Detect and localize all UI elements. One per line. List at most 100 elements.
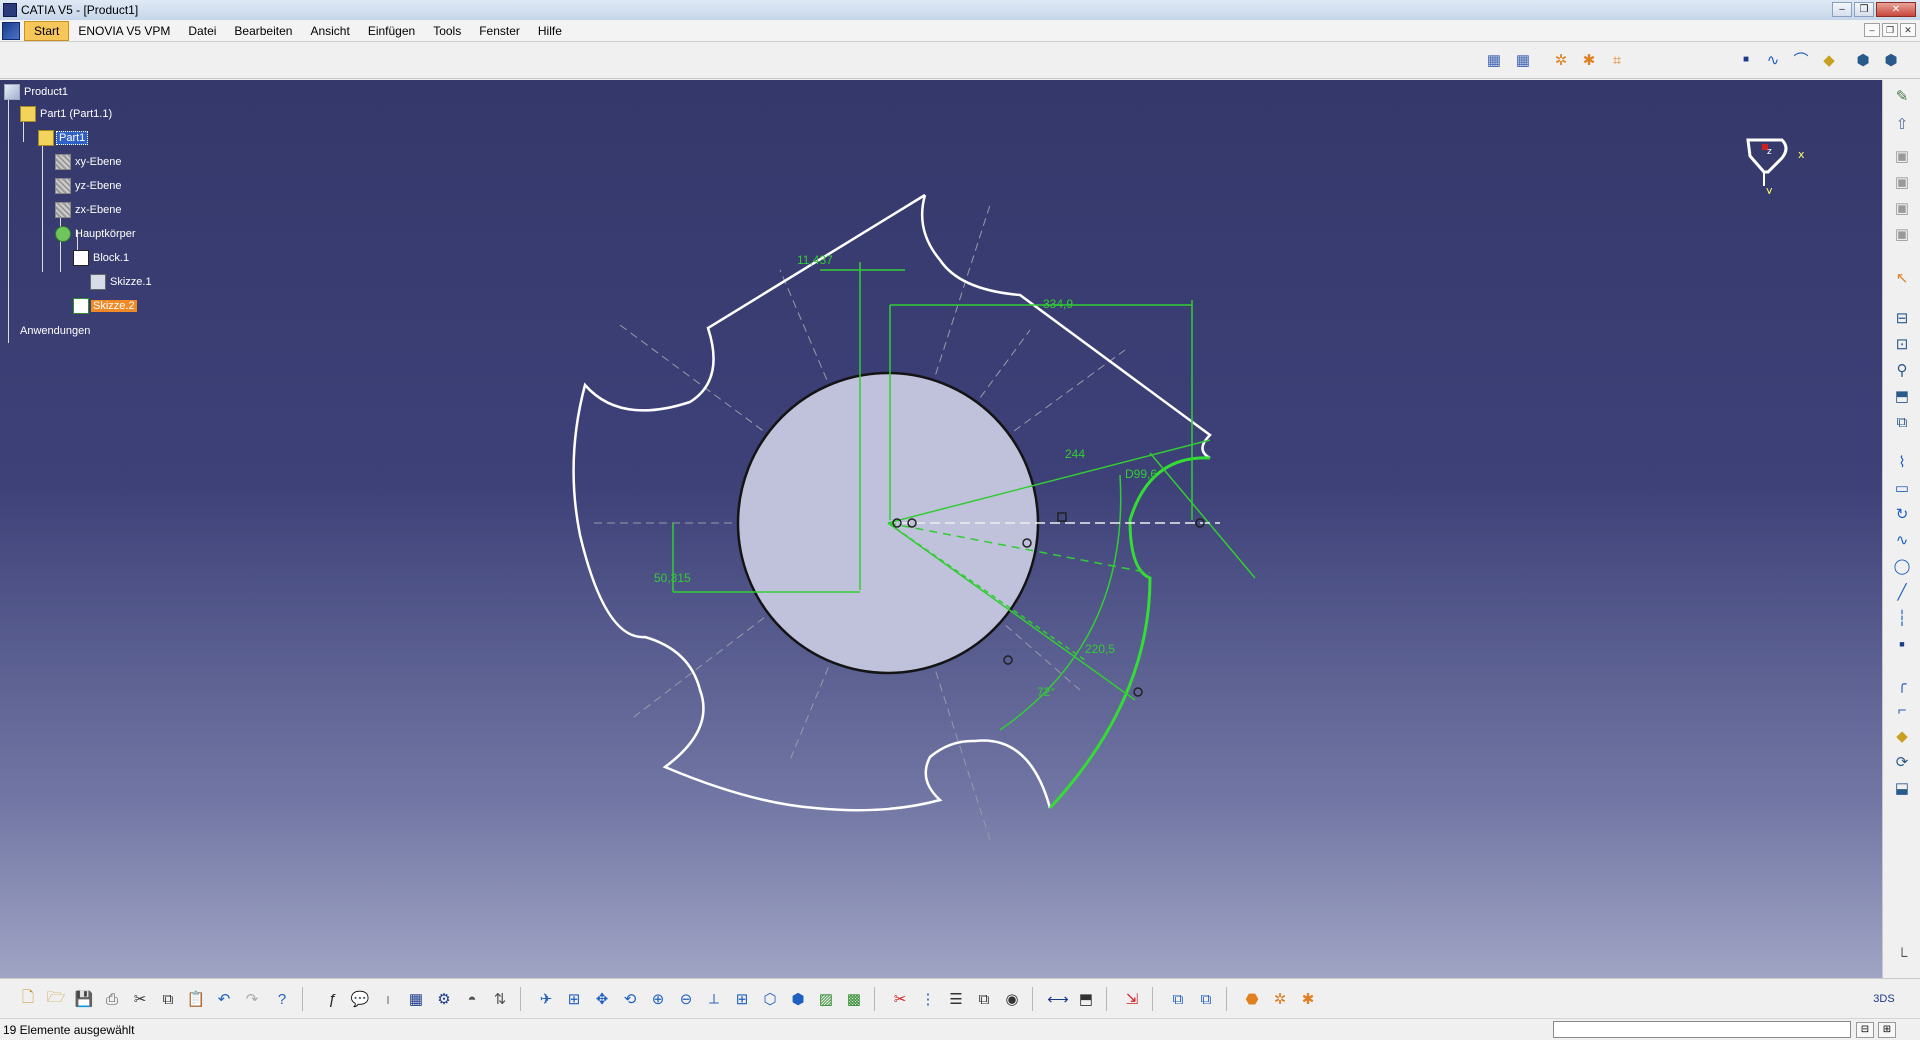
menu-start[interactable]: Start xyxy=(24,20,70,41)
multi-view-icon[interactable]: ⊞ xyxy=(730,987,754,1011)
iso-view-icon[interactable]: ⬡ xyxy=(758,987,782,1011)
layer-icon[interactable]: ⧉ xyxy=(1166,987,1190,1011)
cut-icon[interactable]: ✂ xyxy=(128,987,152,1011)
snap-toggle-icon[interactable]: ✲ xyxy=(1268,987,1292,1011)
select-mode-icon[interactable]: ⇲ xyxy=(1120,987,1144,1011)
circle-disabled-icon[interactable]: ▣ xyxy=(1890,196,1914,220)
new-icon[interactable]: 🗋 xyxy=(16,987,40,1011)
constraint-dialog-icon[interactable]: ⊡ xyxy=(1890,332,1914,356)
eraser-icon[interactable]: ◆ xyxy=(1818,49,1840,71)
properties-icon[interactable]: ⧉ xyxy=(1194,987,1218,1011)
swap-visible-space-icon[interactable]: ⇅ xyxy=(488,987,512,1011)
conic-icon[interactable]: ◉ xyxy=(1000,987,1024,1011)
open-icon[interactable]: 🗁 xyxy=(44,987,68,1011)
rectangle-icon[interactable]: ▭ xyxy=(1890,476,1914,500)
menu-bearbeiten[interactable]: Bearbeiten xyxy=(225,22,301,40)
geometric-constraint-toggle-icon[interactable]: ⬣ xyxy=(1240,987,1264,1011)
formula-icon[interactable]: ƒ xyxy=(320,987,344,1011)
start-logo-icon[interactable] xyxy=(2,21,20,40)
redo-icon[interactable]: ↷ xyxy=(240,987,264,1011)
dim-label-5[interactable]: 50,315 xyxy=(654,571,691,585)
arc-icon[interactable]: ⌒ xyxy=(1790,49,1812,71)
copy-icon[interactable]: ⧉ xyxy=(156,987,180,1011)
rectangle-disabled-icon[interactable]: ▣ xyxy=(1890,170,1914,194)
diagnostic-icon[interactable]: ☰ xyxy=(944,987,968,1011)
print-icon[interactable]: ⎙ xyxy=(100,987,124,1011)
menu-datei[interactable]: Datei xyxy=(179,22,225,40)
status-toggle-icon[interactable]: ⊟ xyxy=(1856,1022,1874,1038)
edit-multi-constraint-icon[interactable]: ⧉ xyxy=(1890,410,1914,434)
zoom-in-icon[interactable]: ⊕ xyxy=(646,987,670,1011)
project-3d-icon[interactable]: ⬓ xyxy=(1890,776,1914,800)
knowledge-icon[interactable]: ı xyxy=(376,987,400,1011)
sketch-canvas[interactable]: 11,437 334,9 244 D99,6 50,315 220,5 72° xyxy=(0,80,1882,978)
dim-label-7[interactable]: 72° xyxy=(1037,685,1055,699)
dim-label-2[interactable]: 334,9 xyxy=(1043,297,1073,311)
dim-label-6[interactable]: 220,5 xyxy=(1085,642,1115,656)
exit-workbench-icon[interactable]: ⬢ xyxy=(1852,49,1874,71)
undo-icon[interactable]: ↶ xyxy=(212,987,236,1011)
chamfer-icon[interactable]: ⌐ xyxy=(1890,698,1914,722)
command-input[interactable] xyxy=(1553,1021,1851,1038)
dimensional-constraint-toggle-icon[interactable]: ✱ xyxy=(1296,987,1320,1011)
sketch-analysis-icon[interactable]: ⋮ xyxy=(916,987,940,1011)
line-icon[interactable]: ╱ xyxy=(1890,580,1914,604)
circle-icon[interactable]: ↻ xyxy=(1890,502,1914,526)
status-options-icon[interactable]: ⊞ xyxy=(1878,1022,1896,1038)
cut-part-icon[interactable]: ✂ xyxy=(888,987,912,1011)
doc-close-button[interactable]: ✕ xyxy=(1900,23,1916,37)
3d-viewport[interactable]: Product1 Part1 (Part1.1) Part1 xy-Ebene … xyxy=(0,80,1882,978)
zoom-out-icon[interactable]: ⊖ xyxy=(674,987,698,1011)
whats-this-icon[interactable]: ? xyxy=(270,987,294,1011)
ellipse-icon[interactable]: ◯ xyxy=(1890,554,1914,578)
snap-to-point-icon[interactable]: ▦ xyxy=(1512,49,1534,71)
rotate-icon[interactable]: ⟲ xyxy=(618,987,642,1011)
normal-view-icon[interactable]: ⟂ xyxy=(702,987,726,1011)
fly-mode-icon[interactable]: ✈ xyxy=(534,987,558,1011)
shading-icon[interactable]: ⬢ xyxy=(786,987,810,1011)
animate-constraint-icon[interactable]: ⬒ xyxy=(1890,384,1914,408)
measure-icon[interactable]: ⬒ xyxy=(1074,987,1098,1011)
dimension-icon[interactable]: ⟷ xyxy=(1046,987,1070,1011)
spline-disabled-icon[interactable]: ▣ xyxy=(1890,222,1914,246)
menu-fenster[interactable]: Fenster xyxy=(470,22,529,40)
sketcher-icon[interactable]: ✎ xyxy=(1890,84,1914,108)
table-icon[interactable]: ▦ xyxy=(404,987,428,1011)
menu-hilfe[interactable]: Hilfe xyxy=(529,22,571,40)
dimensional-constraints-icon[interactable]: ⌗ xyxy=(1606,49,1628,71)
catalog-icon[interactable]: ⚙ xyxy=(432,987,456,1011)
comment-icon[interactable]: 💬 xyxy=(348,987,372,1011)
fit-all-icon[interactable]: ⊞ xyxy=(562,987,586,1011)
restore-button[interactable]: ❐ xyxy=(1854,2,1874,17)
swap-icon[interactable]: ▩ xyxy=(842,987,866,1011)
dim-label-4[interactable]: D99,6 xyxy=(1125,467,1157,481)
pan-icon[interactable]: ✥ xyxy=(590,987,614,1011)
paste-icon[interactable]: 📋 xyxy=(184,987,208,1011)
dim-label-3[interactable]: 244 xyxy=(1065,447,1085,461)
dim-label-1[interactable]: 11,437 xyxy=(797,253,833,267)
trim-icon[interactable]: ◆ xyxy=(1890,724,1914,748)
profile-icon[interactable]: ⌇ xyxy=(1890,450,1914,474)
selected-arc[interactable] xyxy=(1048,456,1211,810)
select-arrow-icon[interactable]: ↖ xyxy=(1890,266,1914,290)
minimize-button[interactable]: – xyxy=(1832,2,1852,17)
profile-disabled-icon[interactable]: ▣ xyxy=(1890,144,1914,168)
construction-element-icon[interactable]: ✲ xyxy=(1550,49,1572,71)
geometric-constraints-icon[interactable]: ✱ xyxy=(1578,49,1600,71)
menu-einfuegen[interactable]: Einfügen xyxy=(359,22,424,40)
spline-icon[interactable]: ∿ xyxy=(1762,49,1784,71)
hide-show-icon[interactable]: ◓ xyxy=(460,987,484,1011)
part-design-icon[interactable]: ⬢ xyxy=(1880,49,1902,71)
exit-sketcher-icon[interactable]: ⇧ xyxy=(1890,112,1914,136)
axis-icon[interactable]: ┆ xyxy=(1890,606,1914,630)
doc-minimize-button[interactable]: – xyxy=(1864,23,1880,37)
point-dot-icon[interactable]: ■ xyxy=(1735,49,1757,71)
save-icon[interactable]: 💾 xyxy=(72,987,96,1011)
catia-app-icon[interactable] xyxy=(3,3,17,17)
close-button[interactable]: ✕ xyxy=(1876,2,1916,17)
sketch-solving-icon[interactable]: ⧉ xyxy=(972,987,996,1011)
mirror-icon[interactable]: ⟳ xyxy=(1890,750,1914,774)
menu-tools[interactable]: Tools xyxy=(424,22,470,40)
hide-icon[interactable]: ▨ xyxy=(814,987,838,1011)
corner-icon[interactable]: ╭ xyxy=(1890,672,1914,696)
